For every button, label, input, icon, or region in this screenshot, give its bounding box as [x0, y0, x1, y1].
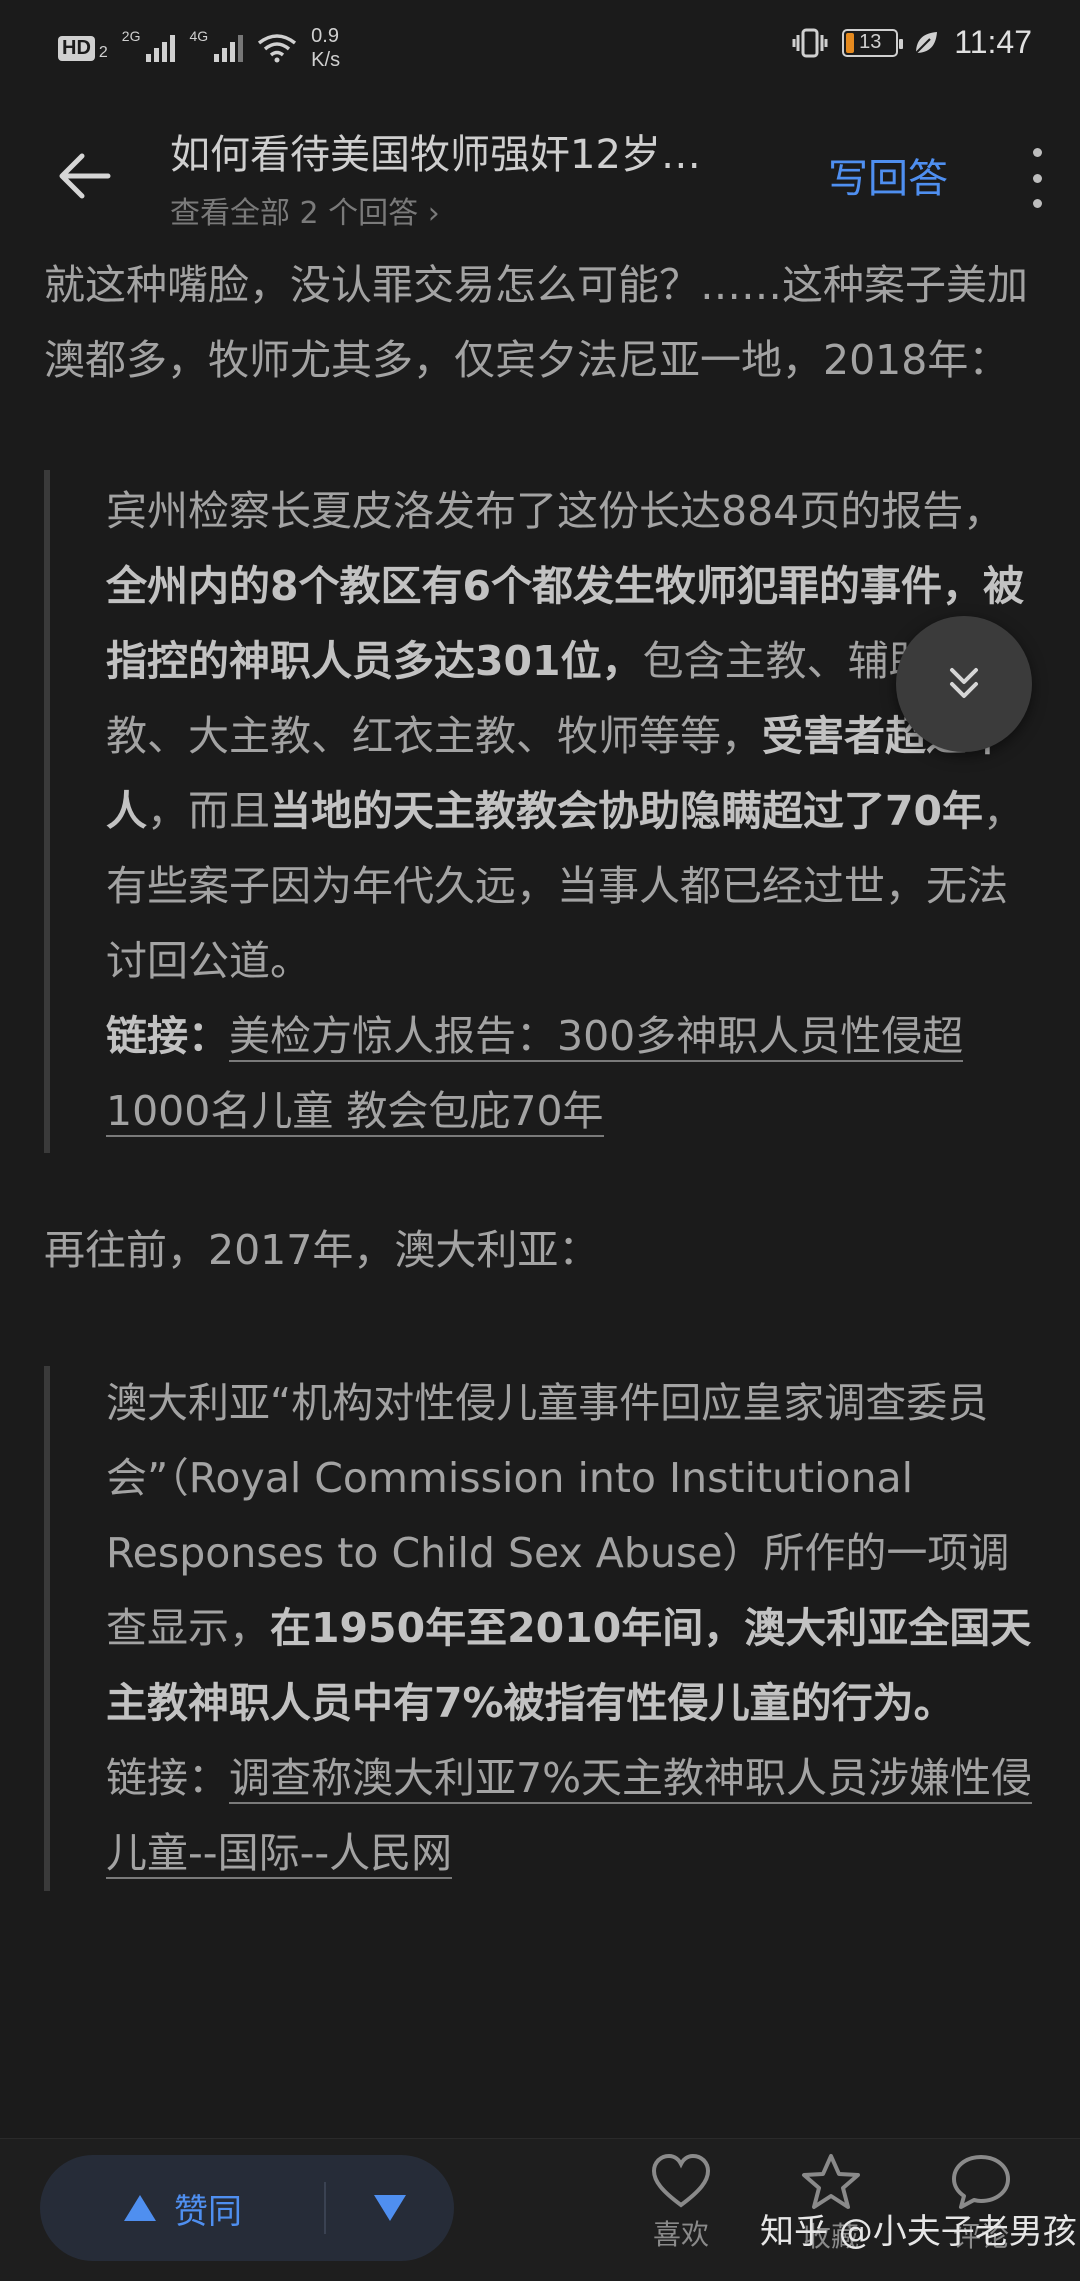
signal-icon: [214, 34, 244, 62]
downvote-button[interactable]: [326, 2155, 454, 2261]
triangle-down-icon: [374, 2195, 406, 2221]
quote-link-line: 链接：调查称澳大利亚7%天主教神职人员涉嫌性侵儿童--国际--人民网: [106, 1754, 1033, 1879]
answer-content: 就这种嘴脸，没认罪交易怎么可能？……这种案子美加澳都多，牧师尤其多，仅宾夕法尼亚…: [44, 248, 1034, 1891]
double-chevron-down-icon: [950, 668, 978, 698]
like-label: 喜欢: [652, 2218, 709, 2251]
quote-link-line: 链接：美检方惊人报告：300多神职人员性侵超1000名儿童 教会包庇70年: [106, 1012, 964, 1137]
article-link[interactable]: 调查称澳大利亚7%天主教神职人员涉嫌性侵儿童--国际--人民网: [106, 1754, 1033, 1879]
paragraph: 就这种嘴脸，没认罪交易怎么可能？……这种案子美加澳都多，牧师尤其多，仅宾夕法尼亚…: [44, 261, 1028, 384]
upvote-button[interactable]: 赞同: [40, 2155, 324, 2261]
more-options-button[interactable]: [1022, 148, 1052, 208]
quote-text: 宾州检察长夏皮洛发布了这份长达884页的报告，全州内的8个教区有6个都发生牧师犯…: [106, 487, 1025, 985]
like-button[interactable]: 喜欢: [626, 2153, 736, 2253]
question-header: 如何看待美国牧师强奸12岁… 查看全部 2 个回答 › 写回答: [0, 100, 1080, 240]
next-answer-button[interactable]: [896, 616, 1032, 752]
leaf-icon: [915, 31, 938, 54]
network-speed: 0.9 K/s: [311, 25, 341, 71]
network-type-2: 4G: [189, 28, 209, 44]
heart-icon: [651, 2153, 711, 2208]
hd-indicator: HD: [58, 35, 95, 61]
triangle-up-icon: [124, 2195, 156, 2221]
article-link[interactable]: 美检方惊人报告：300多神职人员性侵超1000名儿童 教会包庇70年: [106, 1012, 964, 1137]
question-title[interactable]: 如何看待美国牧师强奸12岁…: [170, 122, 790, 180]
vibrate-icon: [792, 28, 828, 57]
signal-icon: [146, 34, 176, 62]
blockquote: 澳大利亚“机构对性侵儿童事件回应皇家调查委员会”（Royal Commissio…: [44, 1366, 1034, 1891]
hd-sim-indicator: 2: [98, 44, 108, 61]
back-button[interactable]: [48, 140, 120, 212]
watermark: 知乎 @小夫子老男孩: [760, 2212, 1077, 2252]
quote-text: 澳大利亚“机构对性侵儿童事件回应皇家调查委员会”（Royal Commissio…: [106, 1379, 1032, 1727]
status-bar: HD 2 2G 4G 0.9 K/s 13 11:47: [0, 0, 1080, 92]
upvote-label: 赞同: [174, 2191, 242, 2232]
view-all-answers-link[interactable]: 查看全部 2 个回答 ›: [170, 188, 440, 232]
back-arrow-icon: [59, 153, 111, 199]
vote-control: 赞同: [40, 2155, 454, 2261]
clock: 11:47: [954, 24, 1032, 60]
star-icon: [802, 2154, 860, 2209]
blockquote: 宾州检察长夏皮洛发布了这份长达884页的报告，全州内的8个教区有6个都发生牧师犯…: [44, 470, 1034, 1153]
paragraph: 再往前，2017年，澳大利亚：: [44, 1226, 600, 1274]
wifi-icon: [258, 34, 297, 63]
network-type-1: 2G: [121, 28, 141, 44]
comment-bubble-icon: [952, 2155, 1010, 2209]
more-vert-icon: [1032, 148, 1042, 157]
battery-icon: 13: [842, 28, 904, 57]
write-answer-button[interactable]: 写回答: [828, 146, 948, 204]
